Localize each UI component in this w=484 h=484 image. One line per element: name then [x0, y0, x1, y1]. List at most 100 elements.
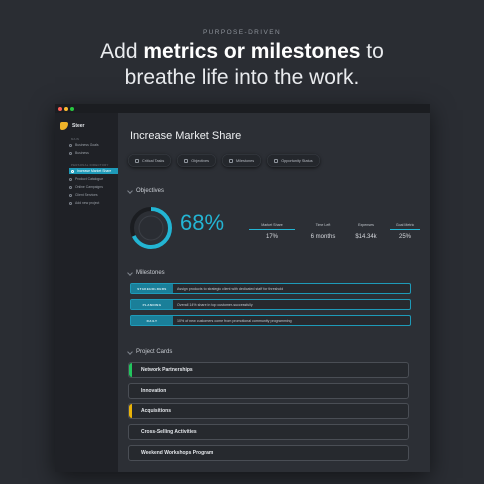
maximize-window-dot[interactable]: [70, 107, 74, 111]
tab-opportunity-status[interactable]: Opportunity Status: [267, 154, 320, 167]
metric-time-left: Time Left 6 months: [303, 223, 343, 240]
hero-eyebrow: PURPOSE-DRIVEN: [202, 29, 282, 36]
sidebar-item-label: Product Catalogue: [75, 177, 104, 181]
circle-icon: [69, 193, 72, 197]
milestone-text: 10% of new customers come from promotion…: [177, 318, 292, 323]
target-icon: [184, 158, 189, 163]
milestones-header[interactable]: Milestones: [127, 270, 165, 276]
metric-value: 25%: [398, 234, 411, 241]
hero-headline-line2: breathe life into the work.: [124, 66, 360, 89]
sidebar-item-online-campaigns[interactable]: Online Campaigns: [69, 184, 117, 190]
headline-post: to: [360, 40, 384, 63]
sidebar-item-label: Business: [75, 151, 89, 155]
sidebar: Steer MAIN Business Goals Business PERSO…: [55, 113, 118, 472]
progress-percent: 68%: [180, 210, 225, 235]
chevron-down-icon: [127, 349, 133, 355]
circle-icon: [69, 177, 72, 181]
checklist-icon: [135, 158, 139, 163]
metric-label: Goal Metric: [395, 223, 415, 227]
project-card-acquisitions[interactable]: Acquisitions: [128, 403, 409, 419]
chevron-down-icon: [127, 188, 133, 194]
metric-label: Expenses: [358, 223, 374, 227]
progress-ring: [128, 205, 174, 251]
metric-value: 6 months: [310, 234, 336, 241]
tab-label: Objectives: [191, 158, 210, 163]
sidebar-item-business[interactable]: Business: [69, 150, 117, 156]
metric-value: $14.34k: [355, 234, 377, 241]
sidebar-item-add-project[interactable]: Add new project: [69, 200, 117, 206]
tab-label: Critical Tasks: [142, 158, 165, 163]
tab-milestones[interactable]: Milestones: [222, 154, 262, 167]
project-card-weekend-workshops[interactable]: Weekend Workshops Program: [128, 445, 409, 461]
card-label: Acquisitions: [141, 408, 172, 414]
project-cards-header[interactable]: Project Cards: [127, 349, 173, 355]
brand-logo-icon: [60, 122, 68, 130]
objectives-header[interactable]: Objectives: [127, 188, 165, 194]
chevron-down-icon: [127, 270, 133, 276]
metric-label: Market Share: [261, 223, 283, 227]
metric-underline: [346, 229, 386, 230]
brand-name: Steer: [72, 123, 85, 129]
sidebar-item-product-catalogue[interactable]: Product Catalogue: [69, 176, 117, 182]
project-cards-label: Project Cards: [136, 349, 173, 355]
close-window-dot[interactable]: [58, 107, 62, 111]
chart-icon: [274, 158, 279, 163]
window-titlebar: [55, 104, 430, 113]
metric-goal: Goal Metric 25%: [390, 223, 420, 240]
milestone-tag: PLANNING: [131, 300, 173, 309]
tab-critical-tasks[interactable]: Critical Tasks: [128, 154, 172, 167]
project-card-innovation[interactable]: Innovation: [128, 383, 409, 399]
sidebar-item-increase-market-share[interactable]: Increase Market Share: [69, 168, 118, 174]
card-accent: [129, 363, 132, 377]
milestone-row[interactable]: DAILY 10% of new customers come from pro…: [130, 315, 411, 326]
metric-underline: [249, 229, 295, 231]
sidebar-section-main: MAIN: [71, 137, 80, 141]
plus-icon: [69, 201, 72, 205]
project-card-cross-selling[interactable]: Cross-Selling Activities: [128, 424, 409, 440]
brand[interactable]: Steer: [60, 121, 85, 131]
sidebar-item-label: Business Goals: [75, 143, 99, 147]
headline-pre: Add: [100, 40, 144, 63]
headline-bold: metrics or milestones: [143, 40, 361, 63]
objectives-label: Objectives: [136, 188, 165, 194]
project-card-network-partnerships[interactable]: Network Partnerships: [128, 362, 409, 378]
sidebar-item-label: Add new project: [75, 201, 100, 205]
sidebar-item-business-goals[interactable]: Business Goals: [69, 142, 117, 148]
milestone-tag: DAILY: [131, 316, 173, 325]
milestone-row[interactable]: STAKEHOLDERS Assign products to strategi…: [130, 283, 411, 294]
card-label: Network Partnerships: [141, 367, 193, 373]
milestone-text: Assign products to strategic client with…: [177, 286, 284, 291]
circle-icon: [71, 169, 74, 173]
tab-label: Milestones: [236, 158, 255, 163]
minimize-window-dot[interactable]: [64, 107, 68, 111]
card-label: Cross-Selling Activities: [141, 429, 197, 435]
card-label: Innovation: [141, 388, 167, 394]
progress-ring-svg: [130, 207, 172, 249]
sidebar-item-label: Client Services: [75, 193, 98, 197]
tab-objectives[interactable]: Objectives: [177, 154, 217, 167]
milestone-row[interactable]: PLANNING Overall 14% share in top custom…: [130, 299, 411, 310]
sidebar-section-directory: PERSONAL DIRECTORY: [71, 163, 109, 167]
tab-bar: Critical Tasks Objectives Milestones Opp…: [128, 154, 320, 167]
sidebar-item-label: Increase Market Share: [77, 169, 112, 173]
metric-underline: [303, 229, 343, 230]
circle-icon: [69, 151, 72, 155]
metric-underline: [390, 229, 420, 231]
card-accent: [129, 404, 132, 418]
hero-headline-line1: Add metrics or milestones to: [0, 40, 484, 64]
metric-expenses: Expenses $14.34k: [346, 223, 386, 240]
card-label: Weekend Workshops Program: [141, 450, 214, 456]
flag-icon: [229, 158, 234, 163]
circle-icon: [69, 143, 72, 147]
page-title: Increase Market Share: [130, 130, 242, 142]
metric-market-share: Market Share 17%: [249, 223, 295, 240]
metric-label: Time Left: [315, 223, 331, 227]
milestones-label: Milestones: [136, 270, 165, 276]
circle-icon: [69, 185, 72, 189]
metric-value: 17%: [265, 234, 278, 241]
milestone-tag: STAKEHOLDERS: [131, 284, 173, 293]
sidebar-item-label: Online Campaigns: [75, 185, 103, 189]
sidebar-item-client-services[interactable]: Client Services: [69, 192, 117, 198]
tab-label: Opportunity Status: [281, 158, 313, 163]
app-window: Steer MAIN Business Goals Business PERSO…: [55, 104, 430, 472]
